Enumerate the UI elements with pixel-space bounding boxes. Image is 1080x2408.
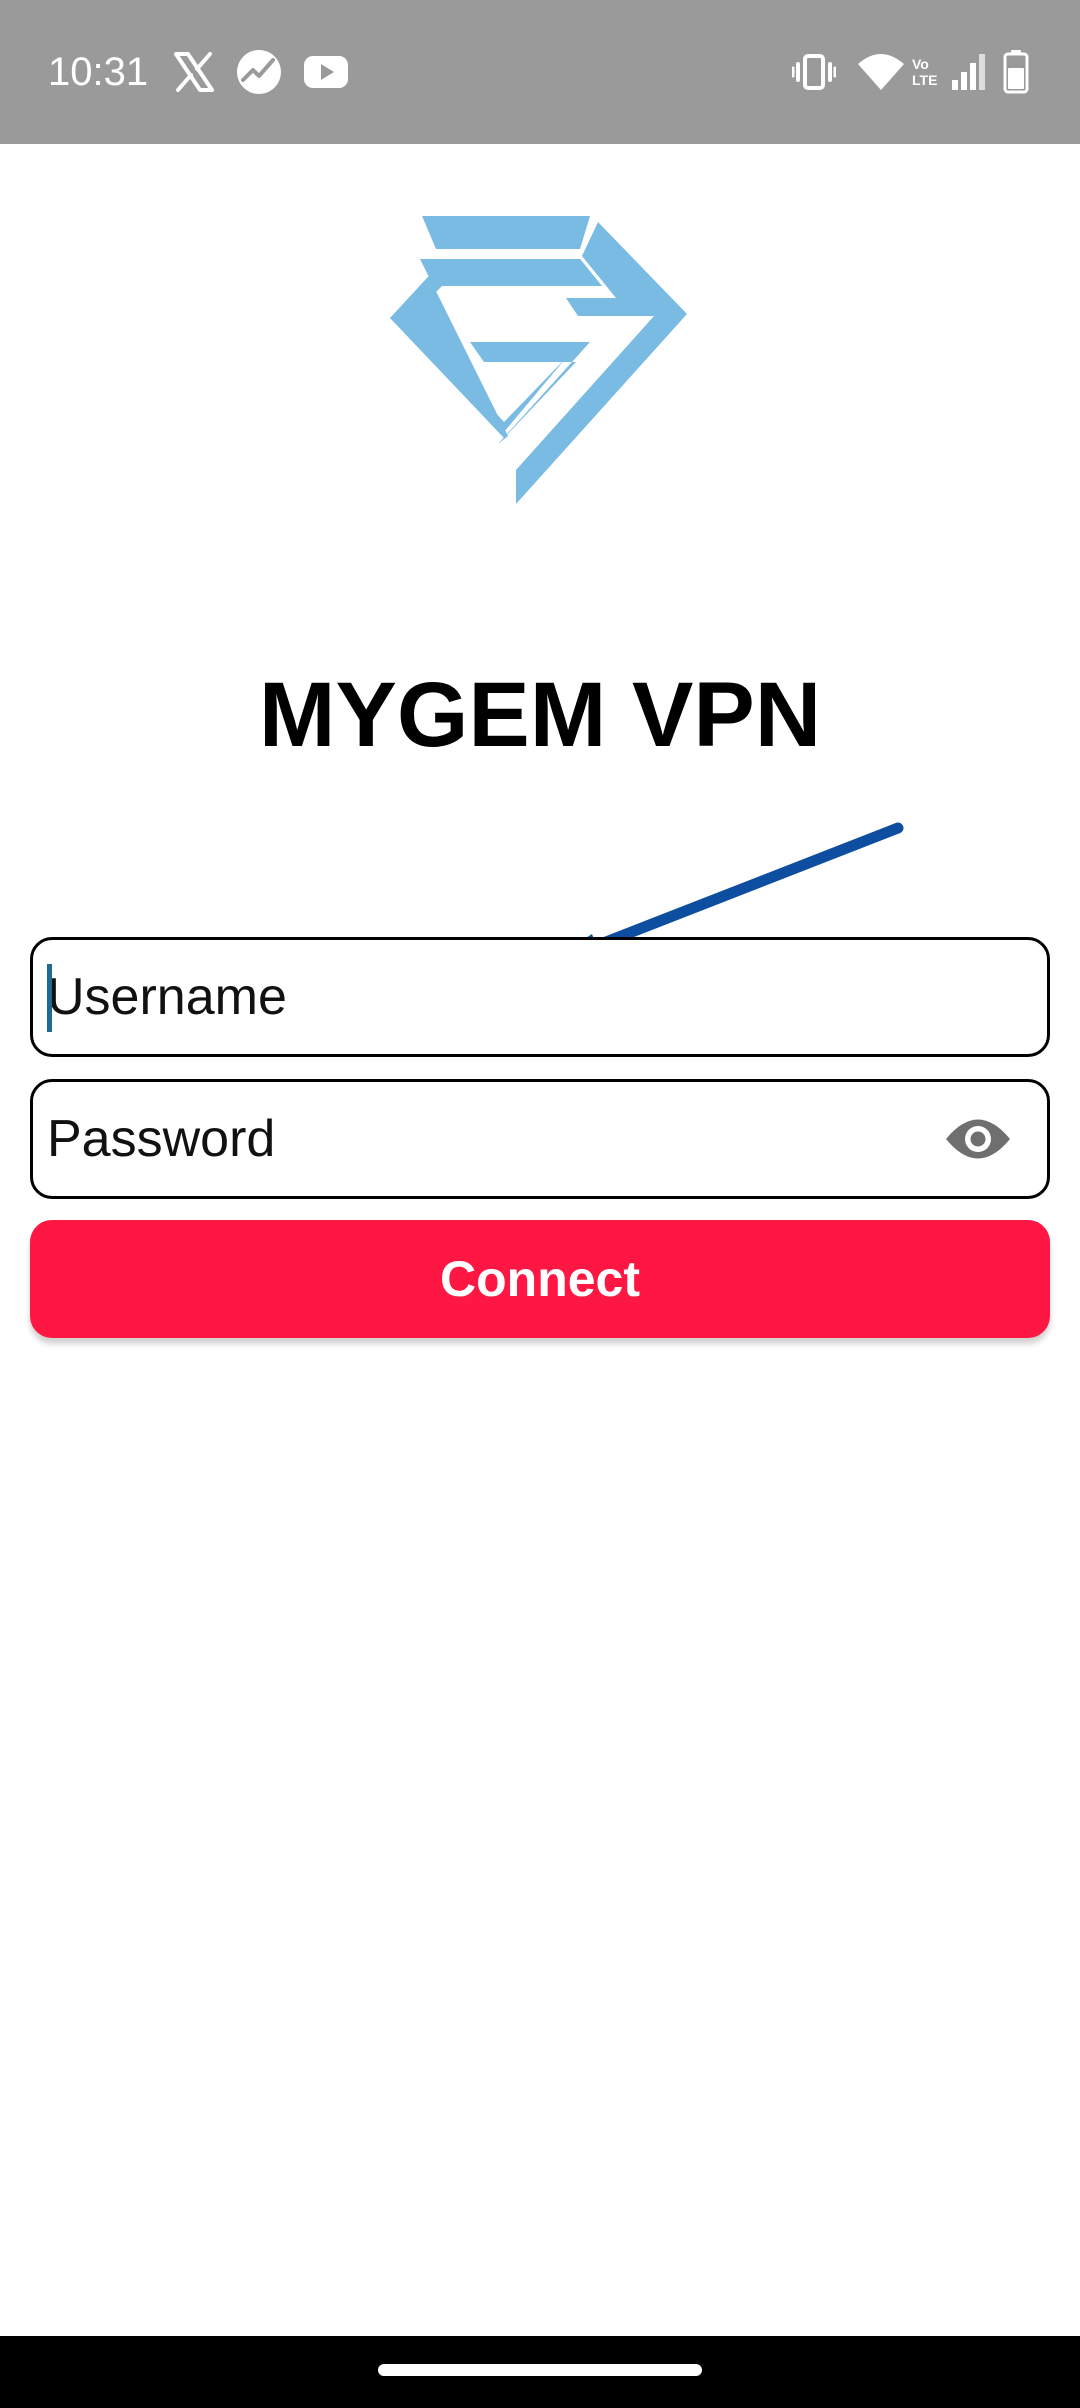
- password-visibility-toggle[interactable]: [943, 1108, 1013, 1170]
- vibrate-icon: [792, 54, 836, 90]
- volte-text: Vo LTE: [912, 56, 938, 88]
- volte-icon: Vo LTE: [912, 56, 938, 90]
- wifi-icon: [858, 54, 904, 90]
- navigation-bar: [0, 2336, 1080, 2408]
- gem-logo-icon: [390, 216, 687, 504]
- battery-icon: [1003, 50, 1029, 94]
- username-field[interactable]: [30, 937, 1050, 1057]
- eye-icon: [946, 1119, 1010, 1159]
- status-time: 10:31: [48, 50, 149, 94]
- username-input[interactable]: [47, 940, 927, 1054]
- password-input[interactable]: [47, 1082, 927, 1196]
- youtube-icon: [304, 56, 348, 88]
- login-screen: 10:31 Vo LTE MYGEM VPN Username Connect: [0, 0, 1080, 2408]
- password-field[interactable]: [30, 1079, 1050, 1199]
- x-app-icon: [174, 52, 214, 92]
- connect-button[interactable]: Connect: [30, 1220, 1050, 1338]
- app-title: MYGEM VPN: [258, 664, 822, 766]
- signal-icon: [952, 54, 985, 90]
- status-bar: 10:31 Vo LTE: [0, 0, 1080, 144]
- analytics-icon: [237, 50, 281, 94]
- home-gesture-handle[interactable]: [378, 2364, 702, 2376]
- text-cursor: [47, 964, 52, 1032]
